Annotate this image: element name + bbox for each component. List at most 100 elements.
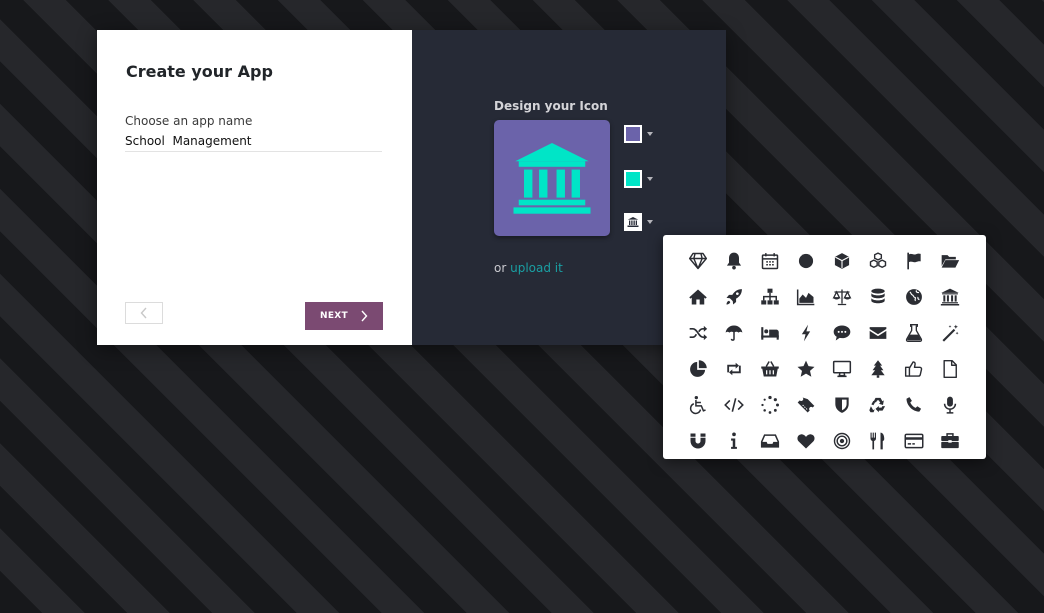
info-icon: [731, 432, 737, 449]
magnet-icon: [690, 433, 706, 449]
icon-option[interactable]: [680, 387, 716, 423]
icon-option[interactable]: [896, 315, 932, 351]
icon-option[interactable]: [860, 351, 896, 387]
icon-option[interactable]: [752, 351, 788, 387]
icon-option[interactable]: [932, 387, 968, 423]
icon-color-picker[interactable]: [624, 170, 653, 188]
icon-option[interactable]: [824, 387, 860, 423]
bank-icon: [627, 217, 639, 227]
icon-option[interactable]: [680, 279, 716, 315]
icon-option[interactable]: [932, 315, 968, 351]
bell-icon: [726, 252, 742, 270]
previous-button[interactable]: [125, 302, 163, 324]
envelope-icon: [869, 327, 887, 339]
wheelchair-icon: [689, 396, 706, 415]
caret-down-icon: [647, 132, 653, 136]
icon-option[interactable]: [716, 315, 752, 351]
next-label: NEXT: [320, 311, 348, 321]
icon-option[interactable]: [716, 243, 752, 279]
caret-down-icon: [647, 177, 653, 181]
icon-option[interactable]: [932, 423, 968, 459]
icon-option[interactable]: [680, 243, 716, 279]
icon-option[interactable]: [824, 351, 860, 387]
caret-down-icon: [647, 220, 653, 224]
retweet-icon: [727, 362, 741, 376]
icon-option[interactable]: [824, 315, 860, 351]
icon-option[interactable]: [824, 279, 860, 315]
icon-option[interactable]: [752, 315, 788, 351]
icon-option[interactable]: [788, 387, 824, 423]
ticket-icon: [797, 397, 815, 413]
umbrella-icon: [725, 325, 743, 341]
icon-option[interactable]: [716, 423, 752, 459]
shield-icon: [835, 397, 849, 413]
thumbs-up-icon: [904, 361, 923, 377]
recycle-icon: [869, 397, 886, 413]
star-icon: [797, 360, 815, 377]
next-button[interactable]: NEXT: [305, 302, 383, 330]
upload-prefix: or: [494, 261, 511, 275]
icon-option[interactable]: [752, 423, 788, 459]
icon-option[interactable]: [752, 243, 788, 279]
icon-option[interactable]: [896, 423, 932, 459]
microphone-icon: [943, 396, 957, 414]
icon-option[interactable]: [860, 243, 896, 279]
chevron-left-icon: [140, 307, 147, 319]
icon-option[interactable]: [896, 279, 932, 315]
icon-grid: [680, 243, 968, 459]
icon-option[interactable]: [860, 387, 896, 423]
icon-option[interactable]: [752, 279, 788, 315]
icon-option[interactable]: [788, 315, 824, 351]
icon-option[interactable]: [716, 387, 752, 423]
magic-icon: [942, 324, 959, 342]
create-app-dialog: Create your App Choose an app name NEXT …: [97, 30, 726, 345]
icon-option[interactable]: [788, 279, 824, 315]
icon-option[interactable]: [824, 243, 860, 279]
bank-icon: [513, 143, 591, 214]
bed-icon: [761, 327, 779, 340]
folder-open-icon: [941, 255, 960, 268]
icon-option[interactable]: [860, 315, 896, 351]
icon-option[interactable]: [680, 351, 716, 387]
app-name-label: Choose an app name: [125, 114, 253, 128]
icon-option[interactable]: [932, 243, 968, 279]
cutlery-icon: [870, 432, 885, 450]
icon-option[interactable]: [752, 387, 788, 423]
area-chart-icon: [796, 289, 815, 306]
design-icon-label: Design your Icon: [494, 99, 608, 113]
icon-option[interactable]: [824, 423, 860, 459]
icon-option[interactable]: [932, 279, 968, 315]
icon-option[interactable]: [896, 351, 932, 387]
icon-option[interactable]: [860, 423, 896, 459]
icon-option[interactable]: [860, 279, 896, 315]
file-icon: [943, 359, 957, 379]
app-icon-preview: [494, 120, 610, 236]
cube-icon: [834, 253, 850, 269]
icon-option[interactable]: [788, 243, 824, 279]
upload-link[interactable]: upload it: [510, 261, 563, 275]
calendar-icon: [761, 253, 779, 270]
icon-option[interactable]: [716, 351, 752, 387]
selected-icon-swatch: [624, 213, 642, 231]
icon-option[interactable]: [716, 279, 752, 315]
icon-option[interactable]: [788, 351, 824, 387]
globe-icon: [906, 289, 922, 305]
icon-option[interactable]: [680, 423, 716, 459]
balance-scale-icon: [832, 289, 852, 306]
dialog-title: Create your App: [126, 62, 273, 81]
icon-option[interactable]: [788, 423, 824, 459]
database-icon: [871, 288, 885, 304]
phone-icon: [906, 397, 922, 412]
icon-option[interactable]: [932, 351, 968, 387]
desktop-icon: [832, 360, 852, 378]
app-name-input[interactable]: [125, 131, 382, 152]
icon-picker-toggle[interactable]: [624, 213, 653, 231]
background-color-picker[interactable]: [624, 125, 653, 143]
credit-card-icon: [904, 433, 924, 449]
inbox-icon: [760, 434, 780, 448]
sitemap-icon: [761, 288, 779, 305]
icon-option[interactable]: [896, 387, 932, 423]
icon-option[interactable]: [896, 243, 932, 279]
icon-option[interactable]: [680, 315, 716, 351]
diamond-icon: [688, 252, 708, 270]
